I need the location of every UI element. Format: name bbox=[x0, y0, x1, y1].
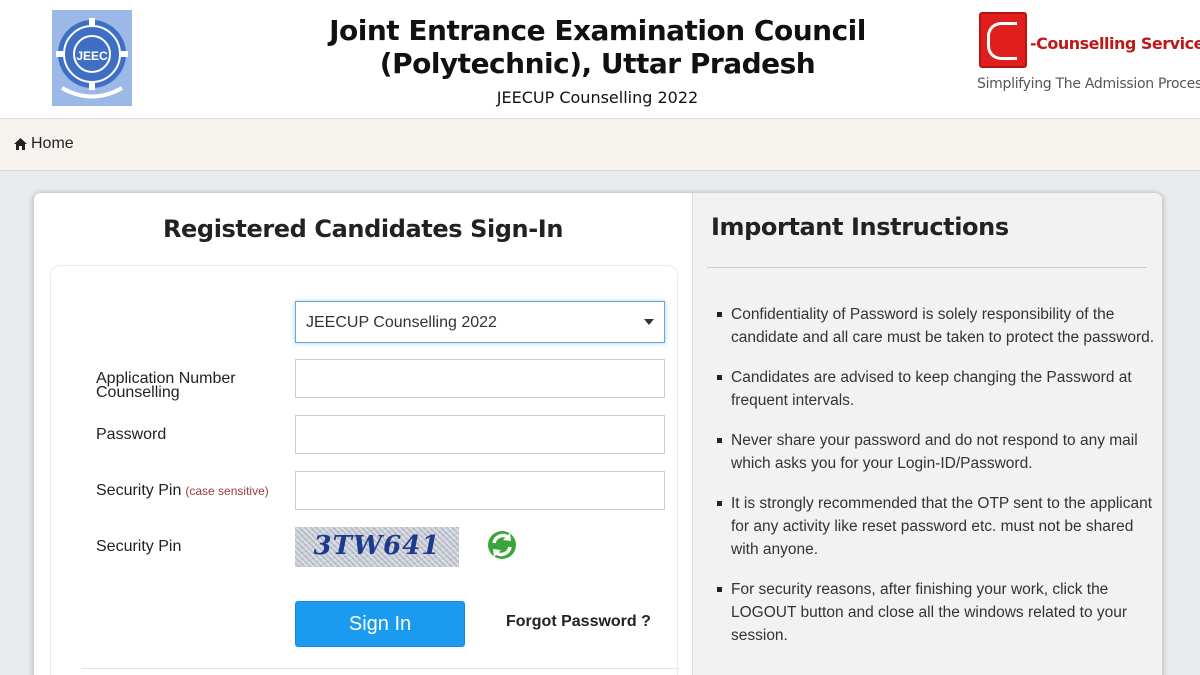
header-title-block: Joint Entrance Examination Council (Poly… bbox=[300, 14, 895, 107]
svg-text:JEEC: JEEC bbox=[76, 49, 108, 63]
chevron-down-icon bbox=[644, 319, 654, 325]
jeec-emblem-logo: JEEC bbox=[52, 10, 132, 106]
home-link-label: Home bbox=[31, 135, 74, 152]
application-number-input[interactable] bbox=[295, 359, 665, 398]
council-title-line1: Joint Entrance Examination Council bbox=[329, 14, 866, 47]
instructions-list: Confidentiality of Password is solely re… bbox=[717, 303, 1157, 664]
sign-in-button[interactable]: Sign In bbox=[295, 601, 465, 647]
forgot-password-link[interactable]: Forgot Password ? bbox=[506, 613, 651, 631]
refresh-icon[interactable] bbox=[486, 528, 518, 562]
captcha-label: Security Pin bbox=[96, 538, 182, 555]
captcha-image: 3TW641 bbox=[295, 527, 459, 567]
password-label: Password bbox=[96, 426, 167, 443]
instruction-item: For security reasons, after finishing yo… bbox=[717, 578, 1157, 647]
home-icon bbox=[14, 138, 27, 150]
signin-title: Registered Candidates Sign-In bbox=[162, 215, 564, 243]
signin-card: Registered Candidates Sign-In Counsellin… bbox=[33, 192, 1163, 675]
e-logo-mark bbox=[979, 12, 1027, 68]
e-counselling-tagline: Simplifying The Admission Process bbox=[977, 76, 1200, 92]
breadcrumb-bar: Home bbox=[0, 119, 1200, 171]
counselling-select-value: JEECUP Counselling 2022 bbox=[306, 314, 497, 331]
instruction-item: Confidentiality of Password is solely re… bbox=[717, 303, 1157, 349]
instruction-item: Candidates are advised to keep changing … bbox=[717, 366, 1157, 412]
council-title-line2: (Polytechnic), Uttar Pradesh bbox=[379, 47, 816, 80]
application-number-label: Application Number bbox=[96, 370, 236, 387]
instructions-divider bbox=[707, 267, 1147, 268]
security-pin-label-text: Security Pin bbox=[96, 482, 182, 499]
instruction-item: Never share your password and do not res… bbox=[717, 429, 1157, 475]
security-pin-input[interactable] bbox=[295, 471, 665, 510]
security-pin-label: Security Pin (case sensitive) bbox=[96, 482, 269, 500]
e-counselling-name: -Counselling Services bbox=[1030, 34, 1200, 53]
signin-form: Counselling JEECUP Counselling 2022 Appl… bbox=[50, 265, 679, 675]
signin-section: Registered Candidates Sign-In Counsellin… bbox=[34, 193, 692, 675]
captcha-text: 3TW641 bbox=[313, 531, 441, 561]
home-link[interactable]: Home bbox=[14, 135, 74, 153]
form-divider bbox=[81, 668, 679, 669]
instruction-item: It is strongly recommended that the OTP … bbox=[717, 492, 1157, 561]
password-input[interactable] bbox=[295, 415, 665, 454]
instructions-title: Important Instructions bbox=[711, 213, 1009, 241]
counselling-subtitle: JEECUP Counselling 2022 bbox=[496, 88, 699, 107]
site-header: JEEC Joint Entrance Examination Council … bbox=[0, 0, 1200, 119]
instructions-section: Important Instructions Confidentiality o… bbox=[692, 193, 1162, 675]
e-counselling-logo: -Counselling Services Simplifying The Ad… bbox=[976, 12, 1200, 102]
counselling-select[interactable]: JEECUP Counselling 2022 bbox=[295, 301, 665, 343]
case-sensitive-note: (case sensitive) bbox=[185, 484, 269, 498]
